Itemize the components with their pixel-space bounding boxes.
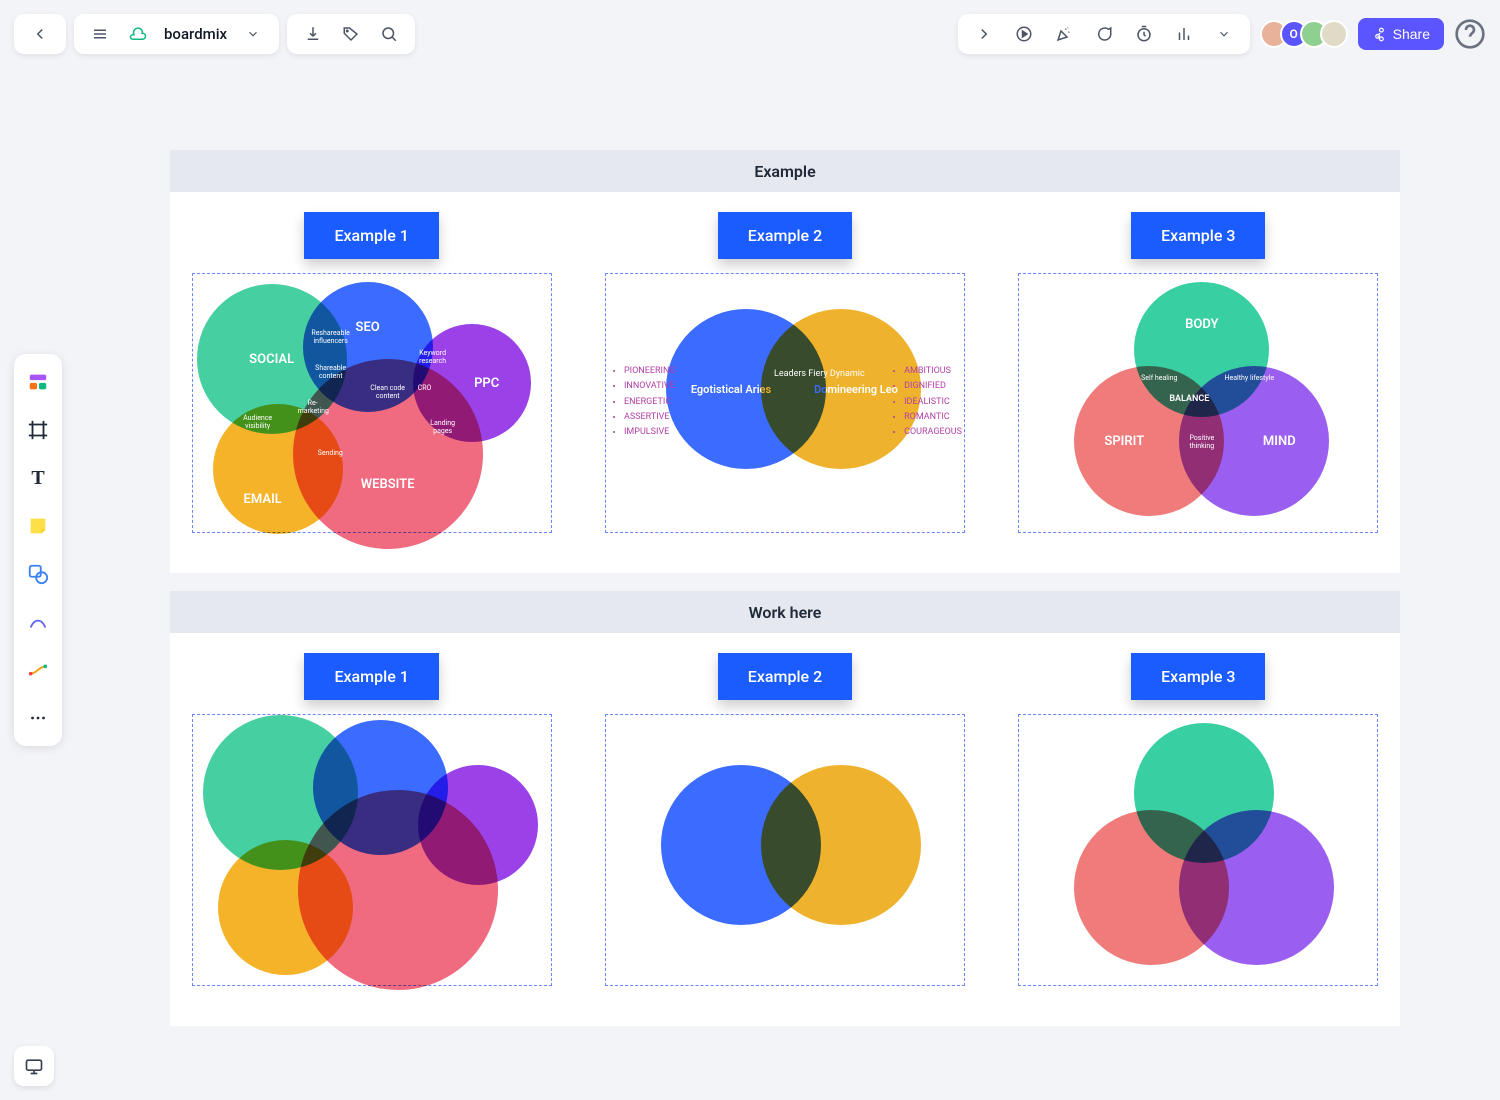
- templates-icon[interactable]: [20, 364, 56, 400]
- share-label: Share: [1393, 26, 1430, 42]
- section-header-workhere: Work here: [170, 591, 1400, 633]
- label-reshare: Reshareable influencers: [311, 329, 351, 346]
- example1-label: Example 1: [304, 212, 438, 259]
- shape-icon[interactable]: [20, 556, 56, 592]
- label-healthy: Healthy lifestyle: [1219, 374, 1279, 382]
- example3-label: Example 3: [1131, 212, 1265, 259]
- avatar-stack[interactable]: O: [1260, 20, 1348, 48]
- play-circle-icon[interactable]: [1008, 18, 1040, 50]
- chevron-right-icon[interactable]: [968, 18, 1000, 50]
- chart-icon[interactable]: [1168, 18, 1200, 50]
- more-icon[interactable]: [20, 700, 56, 736]
- download-icon[interactable]: [297, 18, 329, 50]
- venn-example3[interactable]: BODY SPIRIT MIND BALANCE Self healing He…: [1018, 273, 1378, 533]
- circle[interactable]: [1179, 810, 1334, 965]
- tag-icon[interactable]: [335, 18, 367, 50]
- canvas[interactable]: Example Example 1 SOCIAL SEO PPC EMAIL W…: [170, 150, 1400, 1026]
- connector-icon[interactable]: [20, 652, 56, 688]
- work2-label: Example 2: [718, 653, 852, 700]
- circle[interactable]: [298, 790, 498, 990]
- text-icon[interactable]: T: [20, 460, 56, 496]
- leo-bullets: AMBITIOUSDIGNIFIEDIDEALISTICROMANTICCOUR…: [892, 364, 962, 440]
- pen-icon[interactable]: [20, 604, 56, 640]
- label-keyword: Keyword research: [413, 349, 453, 366]
- label-sending: Sending: [318, 449, 343, 457]
- section-header-example: Example: [170, 150, 1400, 192]
- label-cro: CRO: [418, 384, 432, 392]
- circle[interactable]: [761, 765, 921, 925]
- workhere-section: Example 1 Example 2 Example 3: [170, 633, 1400, 1026]
- confetti-icon[interactable]: [1048, 18, 1080, 50]
- avatar[interactable]: [1320, 20, 1348, 48]
- chevron-down-icon[interactable]: [237, 18, 269, 50]
- cloud-sync-icon: [122, 18, 154, 50]
- label-balance: BALANCE: [1169, 394, 1209, 404]
- overlap-label: Leaders Fiery Dynamic: [774, 369, 865, 381]
- label-selfhealing: Self healing: [1134, 374, 1184, 382]
- document-title[interactable]: boardmix: [160, 25, 231, 43]
- share-button[interactable]: Share: [1358, 18, 1444, 50]
- label-center: Clean code content: [363, 384, 413, 401]
- example2-label: Example 2: [718, 212, 852, 259]
- comment-icon[interactable]: [1088, 18, 1120, 50]
- venn-example1[interactable]: SOCIAL SEO PPC EMAIL WEBSITE Clean code …: [192, 273, 552, 533]
- timer-icon[interactable]: [1128, 18, 1160, 50]
- slideshow-icon[interactable]: [14, 1046, 54, 1086]
- aries-bullets: PIONEERINGINNOVATIVEENERGETICASSERTIVEIM…: [612, 364, 676, 440]
- example-section: Example 1 SOCIAL SEO PPC EMAIL WEBSITE C…: [170, 192, 1400, 573]
- venn-work3[interactable]: [1018, 714, 1378, 986]
- venn-work2[interactable]: [605, 714, 965, 986]
- label-audience: Audience visibility: [233, 414, 283, 431]
- search-icon[interactable]: [373, 18, 405, 50]
- left-toolbar: T: [14, 354, 62, 746]
- frame-icon[interactable]: [20, 412, 56, 448]
- venn-work1[interactable]: [192, 714, 552, 986]
- label-remarket: Re-marketing: [298, 399, 328, 416]
- work1-label: Example 1: [304, 653, 438, 700]
- label-landing: Landing pages: [423, 419, 463, 436]
- menu-icon[interactable]: [84, 18, 116, 50]
- chevron-down-icon[interactable]: [1208, 18, 1240, 50]
- help-icon[interactable]: [1454, 18, 1486, 50]
- venn-example2[interactable]: Egotistical Aries Domineering Leo Leader…: [605, 273, 965, 533]
- back-button[interactable]: [24, 18, 56, 50]
- work3-label: Example 3: [1131, 653, 1265, 700]
- label-share: Shareable content: [311, 364, 351, 381]
- sticky-note-icon[interactable]: [20, 508, 56, 544]
- label-positive: Positive thinking: [1179, 434, 1224, 451]
